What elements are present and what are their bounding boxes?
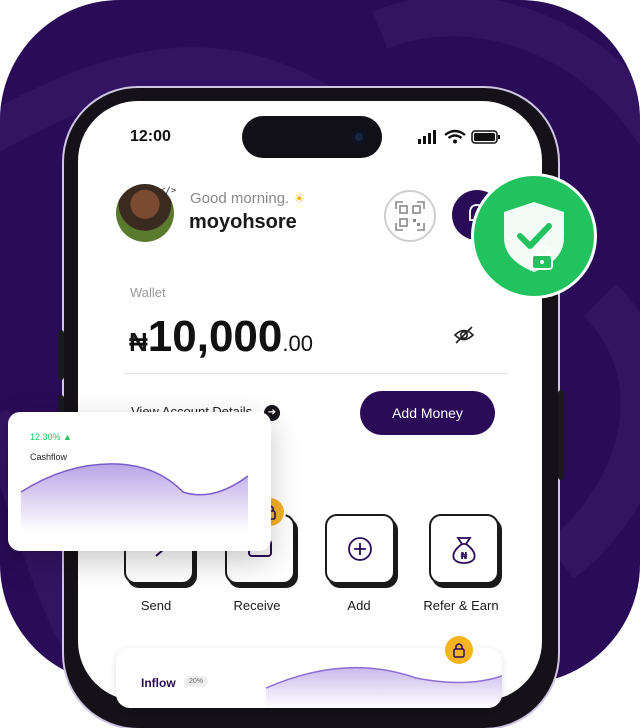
- inflow-percent-pill: 20%: [184, 676, 209, 687]
- qr-scan-button[interactable]: [384, 190, 436, 242]
- username: moyohsore: [189, 211, 297, 233]
- phone-side-button: [558, 390, 564, 480]
- wallet-label: Wallet: [130, 285, 166, 300]
- add-label: Add: [347, 598, 371, 613]
- send-label: Send: [140, 598, 172, 613]
- balance-decimal: .00: [282, 331, 313, 356]
- lock-icon: [453, 643, 465, 658]
- refer-earn-label: Refer & Earn: [423, 598, 499, 613]
- security-badge: [474, 176, 594, 296]
- lock-badge-inflow: [445, 636, 473, 664]
- sun-icon: ☀: [293, 191, 306, 206]
- camera-icon: [352, 130, 366, 144]
- shield-check-icon: [504, 202, 564, 272]
- status-icons: [418, 128, 502, 146]
- signal-wifi-battery-icon: [418, 129, 500, 144]
- inflow-label: Inflow: [141, 676, 176, 690]
- divider: [124, 373, 508, 374]
- eye-off-icon: [453, 326, 475, 344]
- plus-icon: [348, 537, 372, 561]
- refer-earn-button[interactable]: ₦: [429, 514, 499, 584]
- currency-symbol: ₦: [129, 327, 148, 357]
- receive-label: Receive: [233, 598, 281, 613]
- svg-text:₦: ₦: [461, 551, 468, 562]
- status-time: 12:00: [130, 128, 171, 145]
- greeting-text: Good morning. ☀: [190, 190, 305, 207]
- greeting-label: Good morning.: [190, 190, 290, 207]
- trend-up-icon: ▲: [63, 432, 72, 442]
- balance-amount: 10,000: [147, 312, 283, 361]
- add-button[interactable]: [325, 514, 395, 584]
- code-icon: </>: [160, 186, 177, 196]
- phone-volume-up: [58, 330, 64, 380]
- cashflow-title: Cashflow: [30, 452, 68, 462]
- cashflow-percent: 12.30% ▲: [30, 432, 72, 442]
- naira-bag-icon: ₦: [452, 537, 476, 564]
- wallet-balance: ₦10,000.00: [129, 312, 313, 362]
- qr-code-icon: [395, 201, 425, 231]
- add-money-button[interactable]: Add Money: [360, 391, 495, 435]
- hide-balance-button[interactable]: [453, 324, 475, 346]
- cashflow-percent-value: 12.30%: [30, 432, 61, 442]
